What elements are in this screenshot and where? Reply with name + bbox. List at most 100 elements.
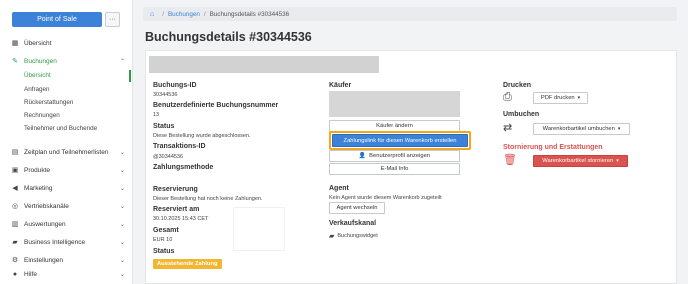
pdf-print-label: PDF drucken	[540, 95, 575, 101]
subitem-teilnehmer[interactable]: Teilnehmer und Buchende	[24, 124, 97, 134]
redacted-buyer-info	[329, 91, 460, 117]
print-label: Drucken	[503, 82, 532, 89]
status-badge: Ausstehende Zahlung	[153, 259, 222, 269]
payment-method-label: Zahlungsmethode	[153, 164, 214, 171]
cancel-button-label: Warenkorbartikel stornieren	[542, 158, 614, 164]
active-indicator	[129, 70, 131, 82]
sidebar-item-label: Produkte	[24, 166, 51, 174]
sidebar-item-label: Zeitplan und Teilnehmerlisten	[24, 148, 109, 156]
redacted-header-bar	[149, 56, 379, 73]
agent-label: Agent	[329, 185, 349, 192]
sidebar-item-uebersicht[interactable]: ▦ Übersicht	[0, 37, 133, 49]
ticket-icon: ✎	[12, 58, 18, 65]
breadcrumb: ⌂ / Buchungen / Buchungsdetails #3034453…	[143, 7, 677, 21]
custom-number-label: Benutzerdefinierte Buchungsnummer	[153, 102, 279, 109]
chevron-down-icon: ⌄	[119, 203, 125, 210]
rebook-dropdown[interactable]: Warenkorbartikel umbuchen ▾	[533, 123, 630, 135]
breadcrumb-current: Buchungsdetails #30344536	[209, 10, 290, 18]
reservation-text: Dieser Bestellung hat noch keine Zahlung…	[153, 196, 263, 202]
caret-down-icon: ▾	[577, 95, 581, 101]
reserved-on-label: Reserviert am	[153, 206, 200, 213]
chevron-down-icon: ⌄	[119, 149, 125, 156]
booking-id-label: Buchungs-ID	[153, 82, 197, 89]
sidebar-item-label: Marketing	[24, 184, 53, 192]
total-label: Gesamt	[153, 227, 179, 234]
sidebar-item-label: Einstellungen	[24, 256, 64, 264]
transaction-id-label: Transaktions-ID	[153, 143, 206, 150]
chevron-down-icon: ⌄	[119, 239, 125, 246]
sidebar: Point of Sale ··· ▦ Übersicht ✎ Buchunge…	[0, 0, 133, 284]
chart-icon: ▥	[11, 221, 19, 228]
sidebar-item-label: Business Intelligence	[24, 238, 86, 246]
status-text: Diese Bestellung wurde abgeschlossen.	[153, 133, 251, 139]
subitem-uebersicht[interactable]: Übersicht	[24, 71, 51, 81]
more-options-button[interactable]: ···	[105, 12, 120, 27]
chevron-down-icon: ⌄	[119, 271, 125, 278]
caret-down-icon: ▾	[617, 126, 621, 132]
chevron-down-icon: ⌄	[119, 221, 125, 228]
transaction-id-value: @30344536	[153, 154, 184, 160]
breadcrumb-separator: /	[203, 10, 206, 18]
sales-channel-label: Verkaufskanal	[329, 220, 377, 227]
subitem-rechnungen[interactable]: Rechnungen	[24, 111, 60, 121]
booking-details-panel: Buchungs-ID 30344536 Benutzerdefinierte …	[145, 50, 677, 284]
trash-icon: 🗑	[503, 154, 517, 166]
cancel-items-dropdown[interactable]: Warenkorbartikel stornieren ▾	[533, 155, 628, 167]
home-icon[interactable]: ⌂	[150, 11, 154, 18]
sidebar-item-label: Übersicht	[24, 39, 52, 47]
help-icon: ●	[12, 270, 18, 278]
breadcrumb-separator: /	[162, 10, 164, 18]
chevron-down-icon: ⌄	[119, 167, 125, 174]
sidebar-item-buchungen[interactable]: ✎ Buchungen ⌃	[0, 55, 133, 67]
user-profile-button[interactable]: 👤 Benutzerprofil anzeigen	[329, 150, 460, 162]
breadcrumb-link-buchungen[interactable]: Buchungen	[168, 11, 200, 18]
agent-text: Kein Agent wurde diesem Warenkorb zugete…	[329, 195, 442, 201]
custom-number-value: 13	[153, 112, 160, 118]
sidebar-item-vertriebskanaele[interactable]: ◎ Vertriebskanäle ⌄	[0, 200, 133, 212]
sidebar-item-label: Auswertungen	[24, 220, 66, 228]
rebook-button-label: Warenkorbartikel umbuchen	[542, 126, 615, 132]
user-profile-label: Benutzerprofil anzeigen	[369, 153, 431, 159]
swap-arrows-icon: ⇄	[503, 122, 513, 134]
email-info-button[interactable]: E-Mail Info	[329, 163, 460, 175]
chevron-down-icon: ⌄	[119, 185, 125, 192]
status2-label: Status	[153, 248, 175, 255]
sidebar-item-auswertungen[interactable]: ▥ Auswertungen ⌄	[0, 218, 133, 230]
subitem-rueckerstattungen[interactable]: Rückerstattungen	[24, 98, 73, 108]
total-value: EUR 10	[153, 237, 173, 243]
sidebar-item-einstellungen[interactable]: ⚙ Einstellungen ⌄	[0, 254, 133, 266]
reservation-label: Reservierung	[153, 186, 198, 193]
bi-icon: ▰	[12, 239, 18, 246]
cancel-refund-label: Stornierung und Erstattungen	[503, 144, 603, 151]
sales-channel-text: Buchungswidget	[337, 233, 378, 239]
gear-icon: ⚙	[11, 257, 19, 264]
redacted-block	[233, 207, 285, 251]
status-label: Status	[153, 123, 175, 130]
sidebar-item-label: Hilfe	[24, 270, 38, 278]
change-agent-button[interactable]: Agent wechseln	[329, 202, 385, 214]
point-of-sale-button[interactable]: Point of Sale	[12, 12, 102, 27]
sidebar-item-marketing[interactable]: ◀ Marketing ⌄	[0, 182, 133, 194]
megaphone-icon: ◀	[12, 185, 18, 192]
pdf-print-dropdown[interactable]: PDF drucken ▾	[533, 92, 588, 104]
sidebar-item-zeitplan[interactable]: ▤ Zeitplan und Teilnehmerlisten ⌄	[0, 146, 133, 158]
sidebar-item-business-intelligence[interactable]: ▰ Business Intelligence ⌄	[0, 236, 133, 248]
reserved-on-value: 30.10.2025 15:43 CET	[153, 216, 209, 222]
sidebar-item-label: Buchungen	[24, 57, 57, 65]
buyer-label: Käufer	[329, 82, 352, 89]
chevron-up-icon: ⌃	[119, 58, 125, 65]
page-title: Buchungsdetails #30344536	[145, 30, 312, 44]
sidebar-item-label: Vertriebskanäle	[24, 202, 69, 210]
highlight-frame	[329, 131, 471, 150]
rebook-label: Umbuchen	[503, 111, 540, 118]
calendar-icon: ▤	[11, 149, 19, 156]
sales-channel-value: ▰ Buchungswidget	[329, 232, 378, 240]
sidebar-item-produkte[interactable]: ▣ Produkte ⌄	[0, 164, 133, 176]
main-content: ⌂ / Buchungen / Buchungsdetails #3034453…	[133, 0, 688, 284]
sidebar-item-hilfe[interactable]: ● Hilfe ⌄	[0, 268, 133, 280]
grid-icon: ▦	[11, 40, 19, 47]
subitem-anfragen[interactable]: Anfragen	[24, 85, 50, 95]
booking-id-value: 30344536	[153, 92, 178, 98]
caret-down-icon: ▾	[616, 158, 619, 164]
printer-icon: ⎙	[503, 91, 512, 103]
